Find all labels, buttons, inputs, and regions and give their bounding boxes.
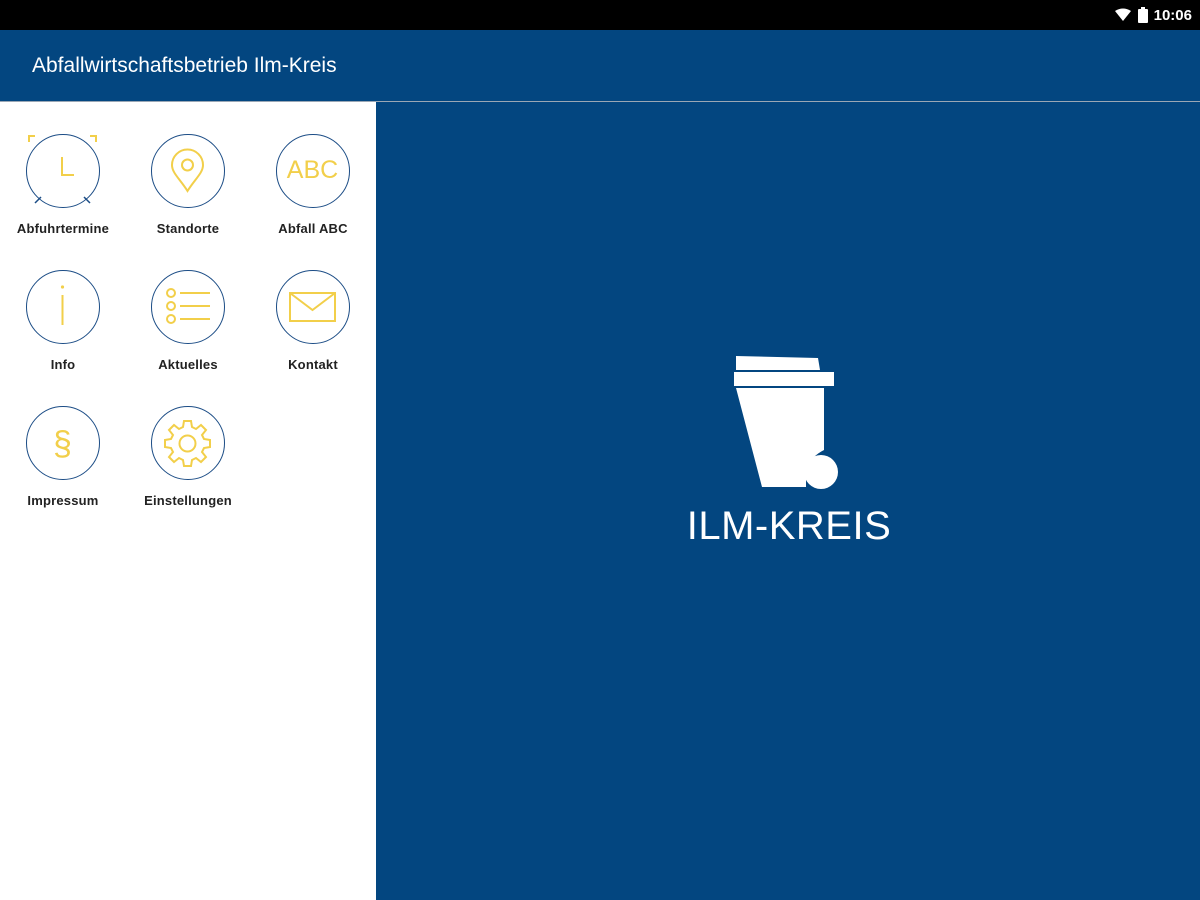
menu-item-label: Einstellungen bbox=[144, 493, 232, 508]
menu-item-label: Impressum bbox=[27, 493, 99, 508]
logo-text: ILM-KREIS bbox=[686, 504, 892, 548]
menu-item-label: Abfall ABC bbox=[278, 221, 348, 236]
status-icons: 10:06 bbox=[1114, 0, 1192, 30]
menu-item-circle bbox=[276, 270, 350, 344]
abc-icon: ABC bbox=[287, 156, 338, 184]
menu-item-circle bbox=[151, 406, 225, 480]
app-bar: Abfallwirtschaftsbetrieb Ilm-Kreis bbox=[0, 30, 1200, 102]
menu-item-label: Info bbox=[50, 357, 76, 372]
menu-item-label: Aktuelles bbox=[158, 357, 218, 372]
abc-icon-text: ABC bbox=[287, 156, 338, 184]
menu-item-circle bbox=[151, 134, 225, 208]
ilm-kreis-logo: ILM-KREIS bbox=[674, 350, 904, 550]
envelope-icon bbox=[289, 292, 336, 322]
menu-item-abfuhrtermine[interactable]: Abfuhrtermine bbox=[0, 134, 126, 254]
paragraph-icon: § bbox=[53, 425, 72, 463]
main-panel: ILM-KREIS bbox=[376, 102, 1200, 900]
waste-bin-icon bbox=[734, 356, 838, 489]
menu-item-aktuelles[interactable]: Aktuelles bbox=[125, 270, 251, 390]
menu-item-abfall-abc[interactable]: ABC Abfall ABC bbox=[250, 134, 376, 254]
gear-icon bbox=[164, 420, 211, 467]
info-icon bbox=[60, 285, 65, 325]
menu-item-label: Standorte bbox=[156, 221, 220, 236]
menu-item-einstellungen[interactable]: Einstellungen bbox=[125, 406, 251, 526]
menu-item-standorte[interactable]: Standorte bbox=[125, 134, 251, 254]
wifi-icon bbox=[1114, 8, 1131, 21]
sidebar-menu: Abfuhrtermine Standorte ABC Abfall ABC I… bbox=[0, 102, 376, 900]
menu-item-circle bbox=[151, 270, 225, 344]
app-title: Abfallwirtschaftsbetrieb Ilm-Kreis bbox=[32, 54, 337, 77]
menu-item-circle: ABC bbox=[276, 134, 350, 208]
menu-item-label: Kontakt bbox=[288, 357, 338, 372]
location-pin-icon bbox=[170, 148, 205, 193]
menu-item-impressum[interactable]: § Impressum bbox=[0, 406, 126, 526]
menu-item-circle bbox=[26, 134, 100, 208]
list-icon bbox=[166, 288, 210, 324]
battery-icon bbox=[1137, 7, 1148, 23]
status-time: 10:06 bbox=[1153, 6, 1192, 24]
status-bar: 10:06 bbox=[0, 0, 1200, 30]
menu-item-label: Abfuhrtermine bbox=[16, 221, 110, 236]
menu-item-circle: § bbox=[26, 406, 100, 480]
paragraph-icon-text: § bbox=[53, 425, 72, 463]
alarm-clock-icon bbox=[28, 135, 97, 204]
menu-item-circle bbox=[26, 270, 100, 344]
menu-item-info[interactable]: Info bbox=[0, 270, 126, 390]
menu-item-kontakt[interactable]: Kontakt bbox=[250, 270, 376, 390]
